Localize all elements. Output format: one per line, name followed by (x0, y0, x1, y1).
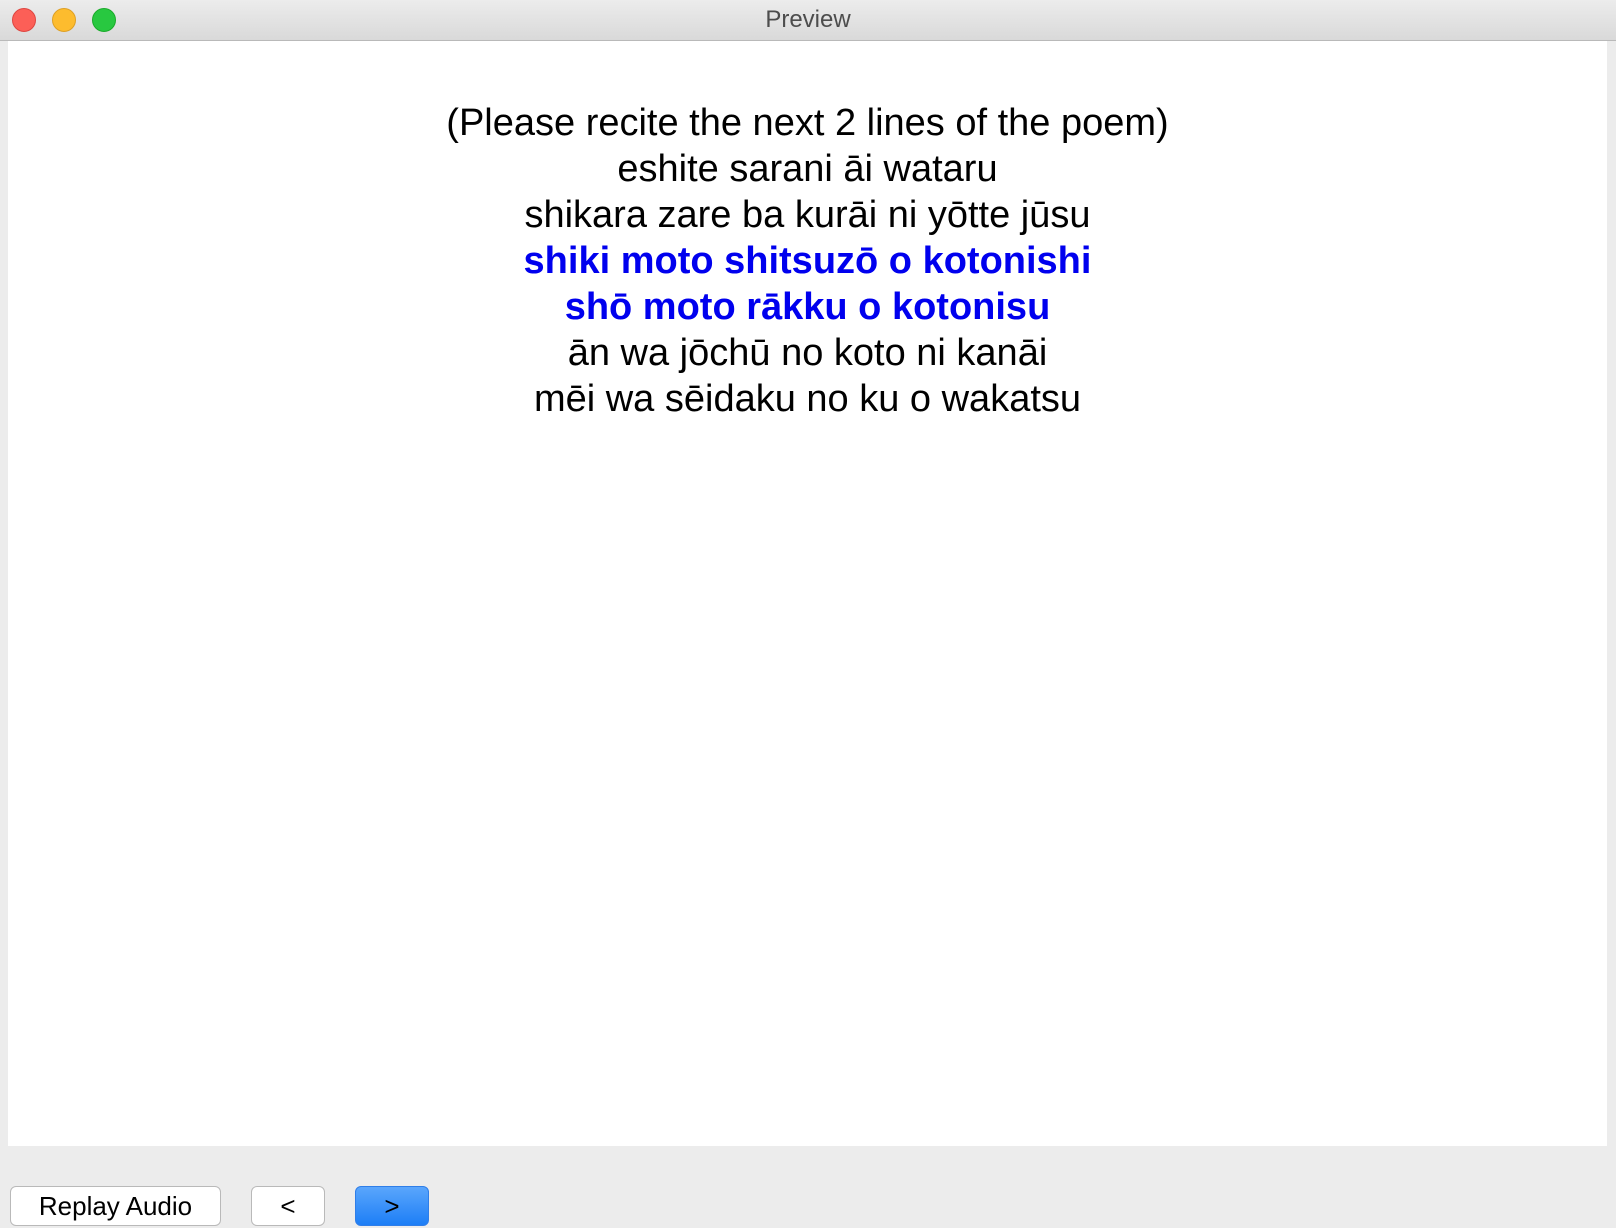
next-button[interactable]: > (355, 1186, 429, 1226)
poem-line-highlighted: shiki moto shitsuzō o kotonishi (523, 240, 1092, 282)
poem-line-highlighted: shō moto rākku o kotonisu (564, 286, 1051, 328)
preview-window: Preview (Please recite the next 2 lines … (0, 0, 1616, 1228)
poem-line: mēi wa sēidaku no ku o wakatsu (533, 378, 1082, 420)
window-title: Preview (765, 6, 851, 33)
poem-line: ān wa jōchū no koto ni kanāi (567, 332, 1048, 374)
previous-button[interactable]: < (251, 1186, 325, 1226)
poem-line: shikara zare ba kurāi ni yōtte jūsu (524, 194, 1091, 236)
poem-line: eshite sarani āi wataru (617, 148, 998, 190)
preview-content: (Please recite the next 2 lines of the p… (8, 41, 1607, 1146)
title-bar[interactable]: Preview (0, 0, 1616, 41)
poem-instruction: (Please recite the next 2 lines of the p… (446, 102, 1169, 144)
poem-text: (Please recite the next 2 lines of the p… (8, 100, 1607, 422)
replay-audio-button[interactable]: Replay Audio (10, 1186, 221, 1226)
